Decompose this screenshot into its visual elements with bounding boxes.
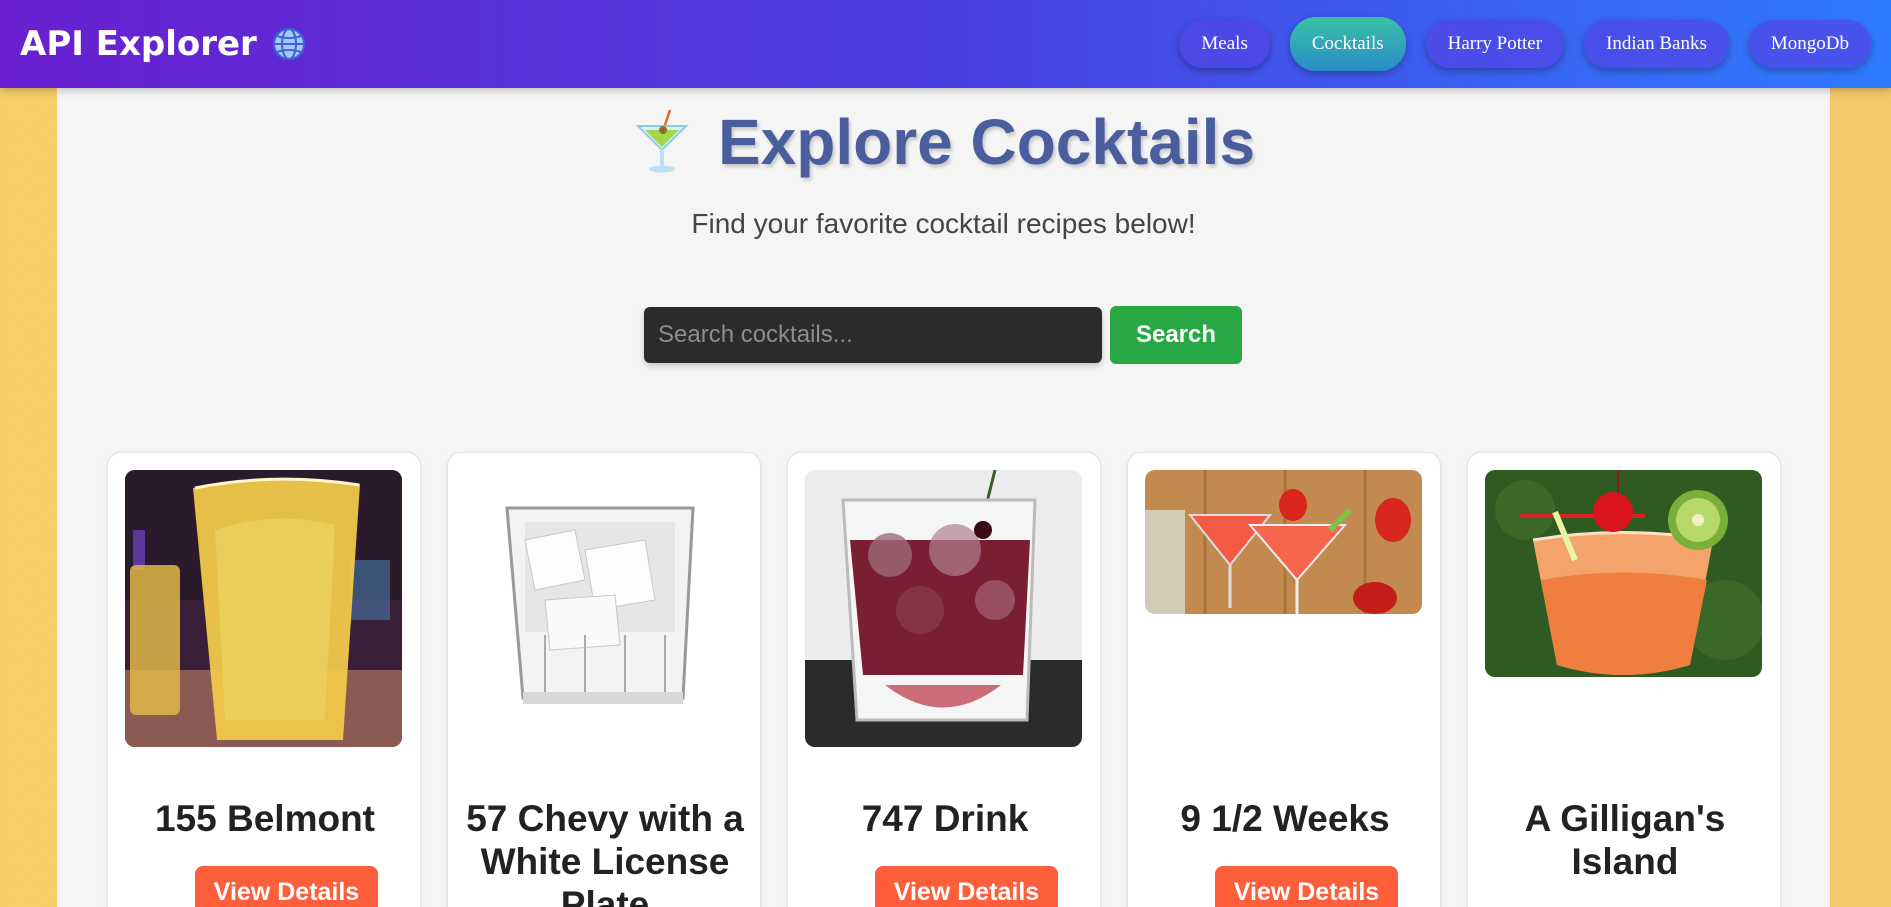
brand-title: API Explorer xyxy=(20,24,257,64)
nav-harry-potter-button[interactable]: Harry Potter xyxy=(1425,20,1565,68)
cocktail-name: 9 1/2 Weeks xyxy=(1180,798,1390,839)
cocktail-cards: 155 Belmont View Details 57 Chevy with a… xyxy=(107,452,1781,907)
search-input[interactable] xyxy=(644,307,1102,363)
cocktail-image[interactable] xyxy=(805,470,1082,747)
nav-mongodb-button[interactable]: MongoDb xyxy=(1748,20,1871,68)
view-details-button[interactable]: View Details xyxy=(195,866,378,907)
globe-icon xyxy=(272,28,305,60)
nav-links: Meals Cocktails Harry Potter Indian Bank… xyxy=(1179,17,1871,71)
brand[interactable]: API Explorer xyxy=(20,24,307,64)
navbar: API Explorer Meals Cocktails Harry Potte… xyxy=(0,0,1891,88)
cocktail-card: 9 1/2 Weeks View Details xyxy=(1127,452,1441,907)
cocktail-image[interactable] xyxy=(1145,470,1422,614)
nav-meals-button[interactable]: Meals xyxy=(1179,20,1270,68)
cocktail-card: 747 Drink View Details xyxy=(787,452,1101,907)
page-title: Explore Cocktails xyxy=(717,106,1256,178)
nav-indian-banks-button[interactable]: Indian Banks xyxy=(1584,20,1729,68)
hero: Explore Cocktails xyxy=(57,102,1830,182)
cocktail-image[interactable] xyxy=(1485,470,1762,677)
view-details-button[interactable]: View Details xyxy=(1215,866,1398,907)
cocktail-card: 57 Chevy with a White License Plate xyxy=(447,452,761,907)
page-subtitle: Find your favorite cocktail recipes belo… xyxy=(691,208,1196,239)
cocktail-name: 747 Drink xyxy=(861,798,1029,839)
cocktail-image[interactable] xyxy=(125,470,402,747)
nav-cocktails-button[interactable]: Cocktails xyxy=(1289,17,1406,71)
cocktail-card: A Gilligan's Island xyxy=(1467,452,1781,907)
cocktail-card: 155 Belmont View Details xyxy=(107,452,421,907)
search-bar: Search xyxy=(644,306,1242,364)
main-panel: Explore Cocktails Find your favorite coc… xyxy=(57,88,1830,907)
cocktail-name: A Gilligan's Island xyxy=(1524,798,1726,882)
search-button[interactable]: Search xyxy=(1110,306,1242,364)
view-details-button[interactable]: View Details xyxy=(875,866,1058,907)
cocktail-image[interactable] xyxy=(465,470,742,747)
cocktail-name: 57 Chevy with a White License Plate xyxy=(466,798,744,907)
cocktail-glass-icon xyxy=(635,109,689,173)
cocktail-name: 155 Belmont xyxy=(154,798,375,839)
